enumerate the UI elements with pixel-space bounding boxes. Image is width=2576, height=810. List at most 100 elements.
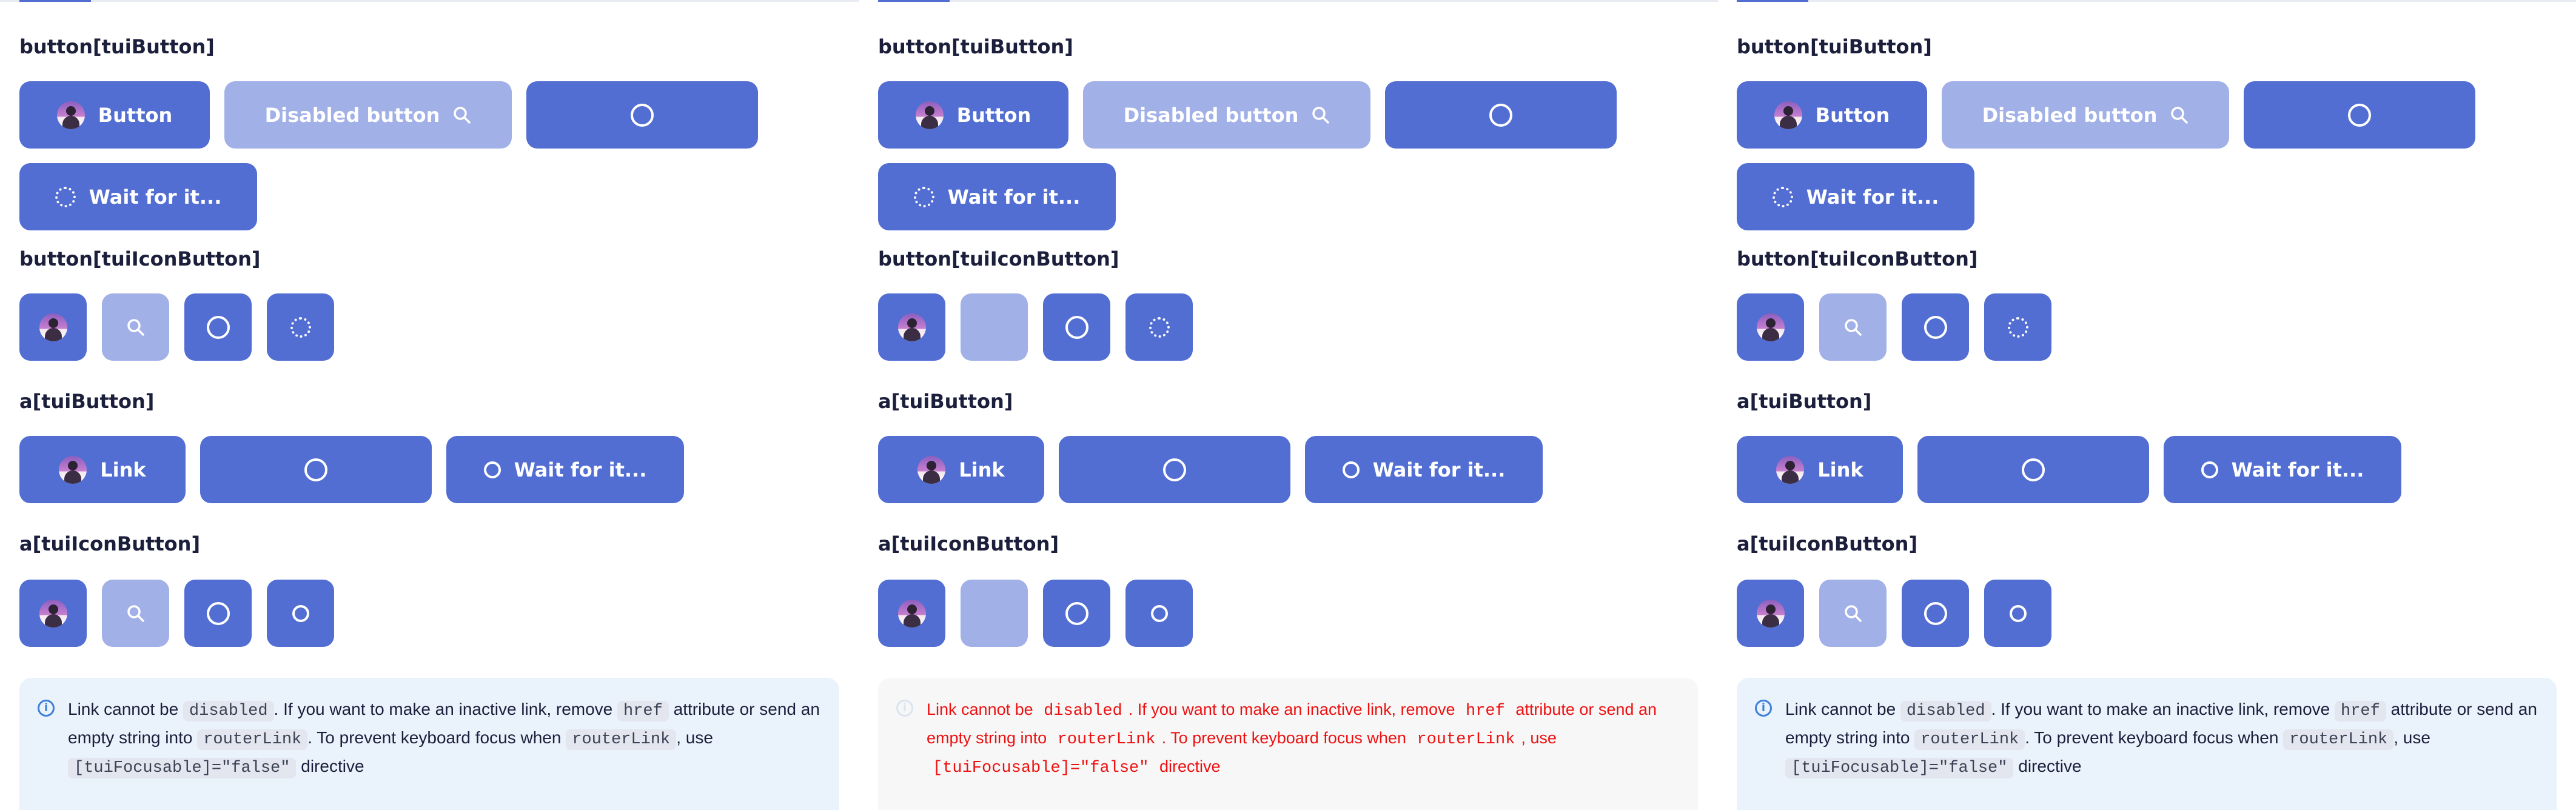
info-icon: i <box>38 700 55 717</box>
code-href: href <box>2335 701 2386 721</box>
button-with-avatar[interactable]: Button <box>19 81 210 149</box>
circle-icon <box>2009 604 2027 622</box>
avatar <box>39 599 67 628</box>
avatar <box>1776 455 1805 484</box>
code-router-link: routerLink <box>566 729 677 750</box>
notice-text: directive <box>1155 757 1221 775</box>
circle-icon <box>1924 315 1947 339</box>
link-icon-button-search-disabled <box>1819 580 1887 647</box>
link-button-with-avatar[interactable]: Link <box>878 436 1044 503</box>
notice-text: Link cannot be <box>1785 700 1900 718</box>
link-icon-button-circle[interactable] <box>184 580 252 647</box>
disabled-button: Disabled button <box>1083 81 1370 149</box>
link-icon-button-circle[interactable] <box>1902 580 1969 647</box>
section-heading-button-tui-icon-button: button[tuiIconButton] <box>19 247 261 270</box>
circle-icon <box>1065 601 1088 625</box>
disabled-button-label: Disabled button <box>264 103 440 127</box>
code-router-link: routerLink <box>2283 729 2394 750</box>
avatar <box>897 313 926 341</box>
code-focusable: [tuiFocusable]="false" <box>1785 758 2014 778</box>
circle-icon <box>1163 458 1186 481</box>
icon-button-circle[interactable] <box>1043 293 1110 361</box>
circle-icon <box>206 601 230 625</box>
link-icon-button-circle[interactable] <box>1043 580 1110 647</box>
circle-icon <box>292 604 309 622</box>
top-tab-strip <box>1737 0 2576 2</box>
icon-button-circle[interactable] <box>1902 293 1969 361</box>
button-with-avatar[interactable]: Button <box>1737 81 1927 149</box>
loader-icon <box>290 316 311 338</box>
link-icon-button-small-circle[interactable] <box>267 580 334 647</box>
search-icon <box>454 106 471 124</box>
loading-button[interactable]: Wait for it... <box>19 163 257 230</box>
notice-text: , use <box>676 728 713 747</box>
link-icon-only-button[interactable] <box>1917 436 2149 503</box>
icon-button-avatar[interactable] <box>1737 293 1804 361</box>
code-disabled: disabled <box>1044 702 1122 720</box>
link-icon-only-button[interactable] <box>1059 436 1290 503</box>
info-icon: i <box>896 700 913 717</box>
icon-button-circle[interactable] <box>184 293 252 361</box>
link-loading-button[interactable]: Wait for it... <box>2164 436 2401 503</box>
link-icon-button-small-circle[interactable] <box>1984 580 2051 647</box>
notice-text: . To prevent keyboard focus when <box>1161 729 1411 747</box>
notice-text: , use <box>1521 729 1557 747</box>
avatar <box>39 313 67 341</box>
avatar <box>917 455 946 484</box>
section-heading-button-tui-button: button[tuiButton] <box>878 35 1073 58</box>
button-label: Button <box>98 103 173 127</box>
search-icon <box>127 604 144 622</box>
icon-only-button[interactable] <box>526 81 758 149</box>
loading-button[interactable]: Wait for it... <box>878 163 1116 230</box>
notice-text: , use <box>2393 728 2430 747</box>
notice-text: directive <box>296 757 364 775</box>
section-heading-a-tui-button: a[tuiButton] <box>19 390 155 413</box>
link-icon-button-search-disabled <box>961 580 1028 647</box>
icon-button-loading[interactable] <box>1984 293 2051 361</box>
notice-text: . To prevent keyboard focus when <box>307 728 566 747</box>
link-button-with-avatar[interactable]: Link <box>1737 436 1903 503</box>
link-icon-button-avatar[interactable] <box>878 580 945 647</box>
avatar <box>915 101 944 129</box>
link-icon-only-button[interactable] <box>200 436 432 503</box>
icon-only-button[interactable] <box>1385 81 1617 149</box>
avatar <box>1756 313 1785 341</box>
notice-text: directive <box>2013 757 2082 775</box>
avatar <box>59 455 87 484</box>
link-icon-button-avatar[interactable] <box>1737 580 1804 647</box>
circle-icon <box>2348 103 2371 127</box>
button-with-avatar[interactable]: Button <box>878 81 1068 149</box>
icon-button-avatar[interactable] <box>878 293 945 361</box>
code-router-link: routerLink <box>197 729 308 750</box>
icon-only-button[interactable] <box>2244 81 2475 149</box>
search-icon <box>1312 106 1330 124</box>
section-heading-a-tui-icon-button: a[tuiIconButton] <box>19 532 201 555</box>
loading-button[interactable]: Wait for it... <box>1737 163 1974 230</box>
demo-panel-right: button[tuiButton] Button Disabled button… <box>1737 0 2576 810</box>
info-notification: i Link cannot be disabled. If you want t… <box>19 678 839 810</box>
icon-button-avatar[interactable] <box>19 293 87 361</box>
circle-icon <box>483 461 501 478</box>
code-href: href <box>1466 702 1505 720</box>
avatar <box>897 599 926 628</box>
circle-icon <box>2022 458 2045 481</box>
icon-button-loading[interactable] <box>1125 293 1193 361</box>
notice-text: . To prevent keyboard focus when <box>2025 728 2284 747</box>
faded-content: button[tuiButton] Button Disabled button… <box>878 0 1718 678</box>
link-icon-button-avatar[interactable] <box>19 580 87 647</box>
link-button-label: Link <box>100 458 146 481</box>
circle-icon <box>1924 601 1947 625</box>
section-heading-a-tui-button: a[tuiButton] <box>878 390 1013 413</box>
link-loading-button[interactable]: Wait for it... <box>446 436 684 503</box>
link-icon-button-small-circle[interactable] <box>1125 580 1193 647</box>
circle-icon <box>1489 103 1512 127</box>
disabled-button: Disabled button <box>224 81 512 149</box>
info-icon: i <box>1755 700 1772 717</box>
link-loading-button[interactable]: Wait for it... <box>1305 436 1543 503</box>
avatar <box>56 101 85 129</box>
icon-button-loading[interactable] <box>267 293 334 361</box>
loading-button-label: Wait for it... <box>89 185 222 209</box>
circle-icon <box>1342 461 1360 478</box>
link-button-with-avatar[interactable]: Link <box>19 436 186 503</box>
disabled-button-label: Disabled button <box>1123 103 1299 127</box>
